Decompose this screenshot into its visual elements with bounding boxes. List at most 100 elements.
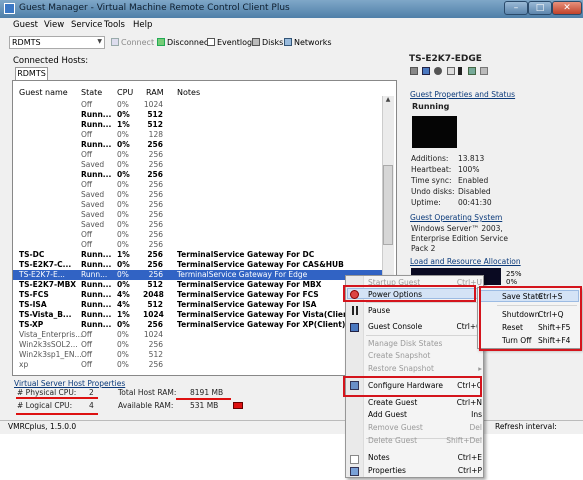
network-icon[interactable]: [468, 67, 476, 75]
table-row[interactable]: TS-E2K7-MBX Runn... 0% 512 TerminalService G…: [13, 280, 383, 290]
table-row[interactable]: Saved 0% 256: [13, 220, 383, 230]
guest-properties-link[interactable]: Guest Properties and Status: [410, 90, 515, 99]
menu-tools[interactable]: Tools: [104, 20, 125, 30]
disc-icon[interactable]: [434, 67, 442, 75]
ram-cell: 512: [147, 300, 163, 309]
table-row[interactable]: TS-E2K7-E... Runn... 0% 256 TerminalService …: [13, 270, 383, 280]
chevron-down-icon: ▼: [97, 38, 102, 45]
menu-item-notes[interactable]: Notes: [368, 453, 390, 462]
ram-cell: 256: [148, 270, 163, 279]
guest-os-link[interactable]: Guest Operating System: [410, 213, 502, 222]
disks-icon: [252, 38, 260, 46]
table-row[interactable]: Runn... 0% 256: [13, 170, 383, 180]
menu-guest[interactable]: Guest: [13, 20, 38, 30]
eventlog-button[interactable]: Eventlog: [217, 38, 252, 47]
guest-name-cell: TS-ISA: [19, 300, 47, 309]
clipboard-icon[interactable]: [447, 67, 455, 75]
state-cell: Off: [81, 330, 93, 339]
guest-name-cell: TS-Vista_B...: [19, 310, 72, 319]
table-row[interactable]: Off 0% 256: [13, 150, 383, 160]
menu-service[interactable]: Service: [71, 20, 102, 30]
menu-item-delete-guest: Delete Guest: [368, 436, 418, 445]
menu-view[interactable]: View: [44, 20, 64, 30]
refresh-interval-label: Refresh interval:: [495, 422, 557, 431]
table-row[interactable]: Saved 0% 256: [13, 200, 383, 210]
menu-item-add-guest[interactable]: Add Guest: [368, 410, 407, 419]
table-row[interactable]: Win2k3sp1_EN... Off 0% 512: [13, 350, 383, 360]
networks-button[interactable]: Networks: [294, 38, 332, 47]
tab-rdmts[interactable]: RDMTS: [15, 67, 48, 80]
table-row[interactable]: Runn... 1% 512: [13, 120, 383, 130]
table-row[interactable]: Runn... 0% 512: [13, 110, 383, 120]
server-combo[interactable]: RDMTS ▼: [9, 36, 105, 49]
table-row[interactable]: TS-ISA Runn... 4% 512 TerminalService Gatewa…: [13, 300, 383, 310]
console-icon[interactable]: [422, 67, 430, 75]
cpu-cell: 0%: [117, 330, 129, 339]
menu-item-create-guest[interactable]: Create Guest: [368, 398, 417, 407]
menu-separator: [366, 335, 482, 336]
menu-item-pause[interactable]: Pause: [368, 306, 390, 315]
menu-shortcut: ▸: [442, 339, 482, 348]
menu-item-restore-snapshot: Restore Snapshot: [368, 364, 434, 373]
cpu-cell: 0%: [117, 270, 129, 279]
close-button[interactable]: ✕: [552, 1, 582, 15]
annotation-box-power-options: [343, 285, 476, 302]
state-cell: Runn...: [81, 300, 112, 309]
cpu-cell: 0%: [117, 100, 129, 109]
menu-item-remove-guest: Remove Guest: [368, 423, 423, 432]
table-row[interactable]: Off 0% 256: [13, 180, 383, 190]
table-row[interactable]: TS-Vista_B... Runn... 1% 1024 TerminalServic…: [13, 310, 383, 320]
state-cell: Runn...: [81, 320, 112, 329]
ram-cell: 1024: [143, 330, 163, 339]
menu-item-guest-console[interactable]: Guest Console: [368, 322, 422, 331]
settings-icon[interactable]: [480, 67, 488, 75]
eventlog-icon: [207, 38, 215, 46]
table-row[interactable]: xp Off 0% 256: [13, 360, 383, 370]
load-resource-link[interactable]: Load and Resource Allocation: [410, 257, 521, 266]
ram-cell: 1024: [143, 100, 163, 109]
annotation-underline: [16, 413, 98, 415]
table-row[interactable]: Saved 0% 256: [13, 160, 383, 170]
vm-title: TS-E2K7-EDGE: [409, 54, 482, 64]
state-cell: Off: [81, 130, 93, 139]
menu-help[interactable]: Help: [133, 20, 152, 30]
ram-cell: 256: [147, 320, 163, 329]
annotation-underline: [16, 397, 98, 399]
col-header-state[interactable]: State: [81, 88, 102, 97]
play-icon[interactable]: [410, 67, 418, 75]
table-row[interactable]: TS-DC Runn... 1% 256 TerminalService Gateway…: [13, 250, 383, 260]
connect-button[interactable]: Connect: [121, 38, 154, 47]
table-row[interactable]: Off 0% 256: [13, 240, 383, 250]
ram-cell: 512: [148, 350, 163, 359]
table-row[interactable]: Runn... 0% 256: [13, 140, 383, 150]
col-header-cpu[interactable]: CPU: [117, 88, 133, 97]
col-header-ram[interactable]: RAM: [146, 88, 164, 97]
state-cell: Off: [81, 230, 93, 239]
table-row[interactable]: Win2k3sSOL2... Off 0% 256: [13, 340, 383, 350]
col-header-notes[interactable]: Notes: [177, 88, 200, 97]
scroll-up-arrow-icon[interactable]: ▲: [383, 96, 393, 106]
cpu-cell: 1%: [117, 310, 130, 319]
menu-shortcut: Del: [469, 423, 482, 432]
table-row[interactable]: Vista_Enterpris... Off 0% 1024: [13, 330, 383, 340]
table-row[interactable]: Saved 0% 256: [13, 210, 383, 220]
table-row[interactable]: Off 0% 1024: [13, 100, 383, 110]
menu-item-properties[interactable]: Properties: [368, 466, 406, 475]
guest-name-cell: Vista_Enterpris...: [19, 330, 83, 339]
table-row[interactable]: Saved 0% 256: [13, 190, 383, 200]
guest-screen-thumbnail[interactable]: [412, 116, 457, 148]
scrollbar-thumb[interactable]: [383, 165, 393, 245]
usb-icon[interactable]: [458, 67, 462, 75]
host-properties-link[interactable]: Virtual Server Host Properties: [14, 379, 125, 388]
minimize-button[interactable]: –: [504, 1, 528, 15]
maximize-button[interactable]: □: [528, 1, 552, 15]
pause-icon: [352, 306, 358, 315]
disconnect-button[interactable]: Disconnect: [167, 38, 211, 47]
table-row[interactable]: TS-E2K7-C... Runn... 0% 256 TerminalService …: [13, 260, 383, 270]
disks-button[interactable]: Disks: [262, 38, 283, 47]
table-row[interactable]: TS-XP Runn... 0% 256 TerminalService Gateway…: [13, 320, 383, 330]
table-row[interactable]: Off 0% 128: [13, 130, 383, 140]
table-row[interactable]: Off 0% 256: [13, 230, 383, 240]
col-header-name[interactable]: Guest name: [19, 88, 68, 97]
table-row[interactable]: TS-FCS Runn... 4% 2048 TerminalService Gatew…: [13, 290, 383, 300]
